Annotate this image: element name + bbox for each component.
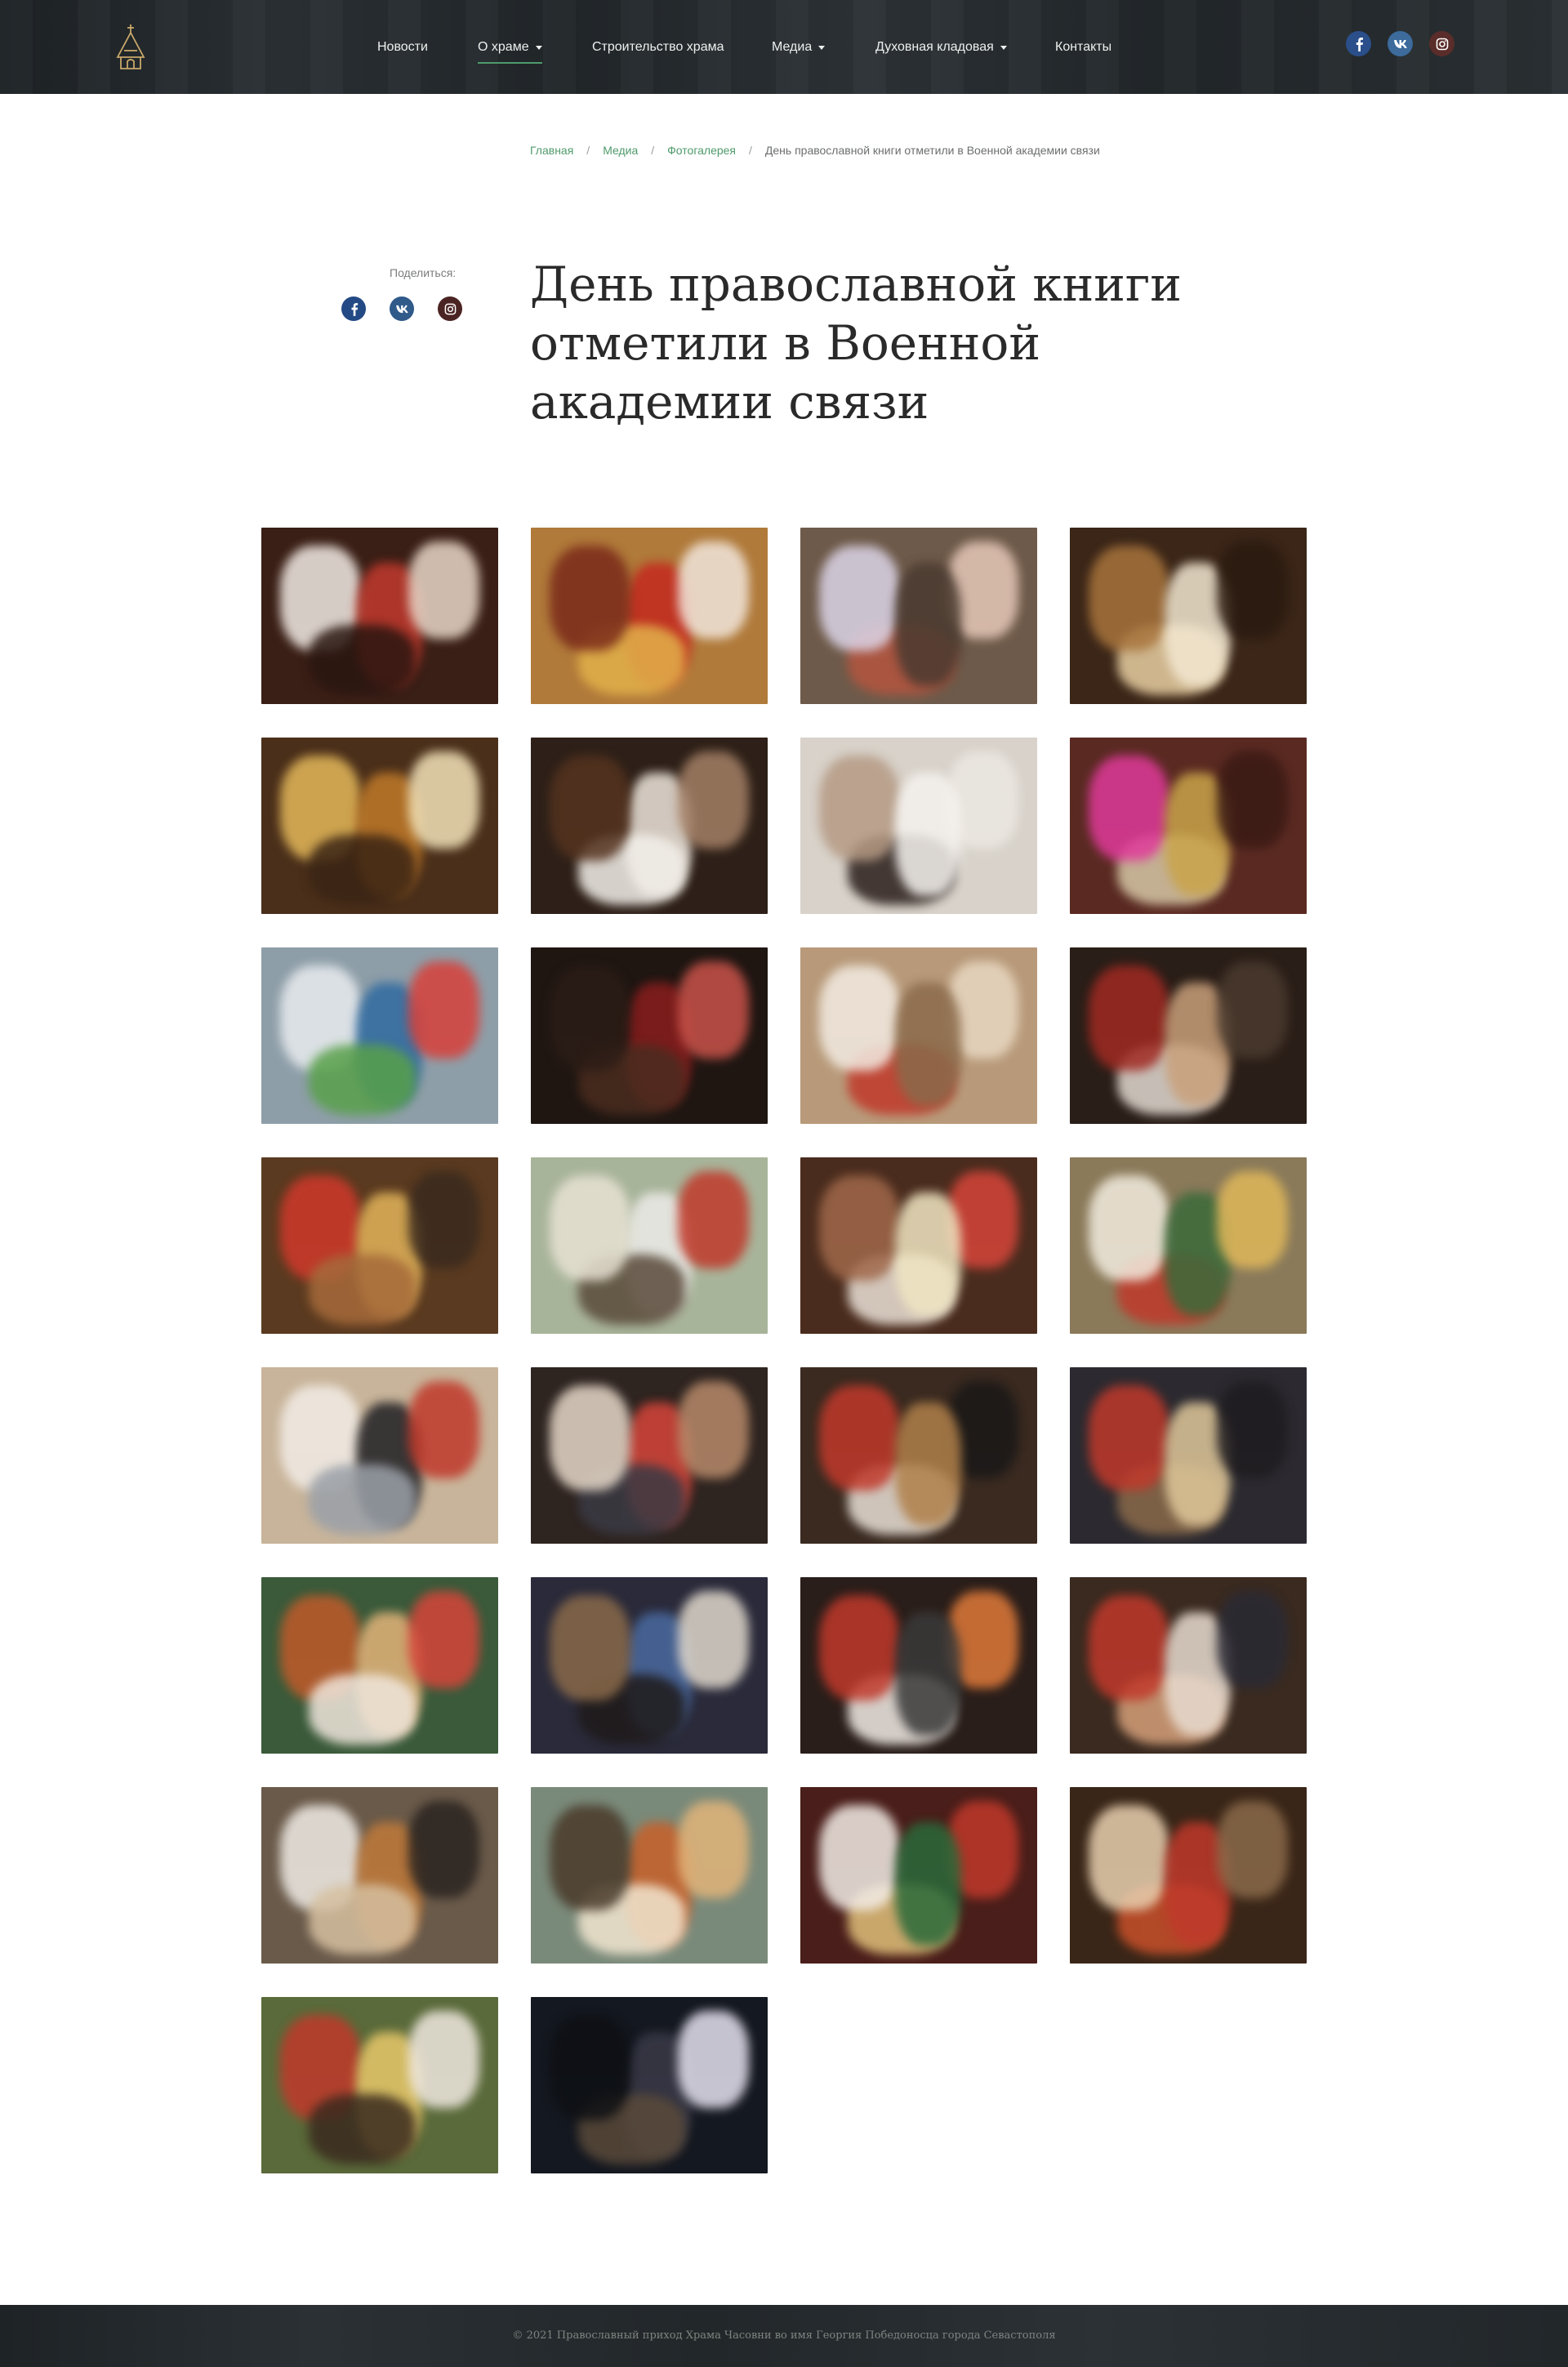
gallery-photo[interactable] [531,1997,768,2173]
nav-item-label: Новости [377,40,428,54]
breadcrumb-link-photogallery[interactable]: Фотогалерея [667,144,736,157]
gallery-photo[interactable] [531,738,768,914]
gallery-photo[interactable] [1070,947,1307,1124]
footer-copyright: © 2021 Православный приход Храма Часовни… [512,2329,1056,2342]
nav-item-about[interactable]: О храме [478,38,542,64]
gallery-photo[interactable] [261,528,498,704]
gallery-photo[interactable] [531,947,768,1124]
vk-icon[interactable] [1388,31,1413,56]
photo-gallery [261,528,1307,2173]
gallery-photo[interactable] [531,1157,768,1334]
chevron-down-icon [1000,45,1007,50]
nav-item-construction[interactable]: Строительство храма [592,38,724,57]
gallery-photo[interactable] [800,1787,1037,1964]
breadcrumb-current: День православной книги отметили в Военн… [764,144,1100,157]
gallery-photo[interactable] [800,1577,1037,1754]
gallery-photo[interactable] [261,1157,498,1334]
gallery-photo[interactable] [261,1577,498,1754]
vk-icon[interactable] [390,296,414,321]
facebook-icon[interactable] [1346,31,1371,56]
breadcrumb-link-media[interactable]: Медиа [603,144,638,157]
gallery-photo[interactable] [261,738,498,914]
gallery-photo[interactable] [261,947,498,1124]
main-nav: Новости О храме Строительство храма Меди… [0,0,1568,94]
gallery-photo[interactable] [531,1577,768,1754]
nav-item-label: Контакты [1055,40,1112,54]
breadcrumb-separator: / [586,144,590,157]
breadcrumb-link-home[interactable]: Главная [530,144,573,157]
gallery-photo[interactable] [1070,1577,1307,1754]
breadcrumb: Главная / Медиа / Фотогалерея / День пра… [530,144,1100,157]
gallery-photo[interactable] [1070,1157,1307,1334]
nav-item-news[interactable]: Новости [377,38,428,57]
gallery-photo[interactable] [1070,1367,1307,1544]
instagram-icon[interactable] [1429,31,1454,56]
facebook-icon[interactable] [341,296,366,321]
nav-item-contacts[interactable]: Контакты [1055,38,1111,57]
nav-item-label: Медиа [772,40,813,54]
gallery-photo[interactable] [261,1997,498,2173]
gallery-photo[interactable] [800,1367,1037,1544]
nav-item-label: Строительство храма [592,40,724,54]
header-social-links [1346,31,1454,56]
gallery-photo[interactable] [800,528,1037,704]
gallery-photo[interactable] [1070,1787,1307,1964]
breadcrumb-separator: / [749,144,752,157]
instagram-icon[interactable] [438,296,462,321]
nav-item-media[interactable]: Медиа [772,38,826,57]
site-footer: © 2021 Православный приход Храма Часовни… [0,2305,1568,2367]
gallery-photo[interactable] [261,1367,498,1544]
gallery-photo[interactable] [800,1157,1037,1334]
chevron-down-icon [535,45,542,50]
gallery-photo[interactable] [1070,528,1307,704]
breadcrumb-separator: / [651,144,655,157]
nav-item-spiritual-storeroom[interactable]: Духовная кладовая [875,38,1007,57]
gallery-photo[interactable] [1070,738,1307,914]
share-links [341,296,462,321]
gallery-photo[interactable] [800,947,1037,1124]
gallery-photo[interactable] [800,738,1037,914]
page-title: День православной книги отметили в Военн… [530,256,1182,430]
site-header: Новости О храме Строительство храма Меди… [0,0,1568,94]
gallery-photo[interactable] [531,1787,768,1964]
share-label: Поделиться: [390,266,457,279]
gallery-photo[interactable] [531,1367,768,1544]
nav-item-label: О храме [478,40,529,54]
chevron-down-icon [818,45,826,50]
gallery-photo[interactable] [531,528,768,704]
nav-item-label: Духовная кладовая [875,40,994,54]
gallery-photo[interactable] [261,1787,498,1964]
